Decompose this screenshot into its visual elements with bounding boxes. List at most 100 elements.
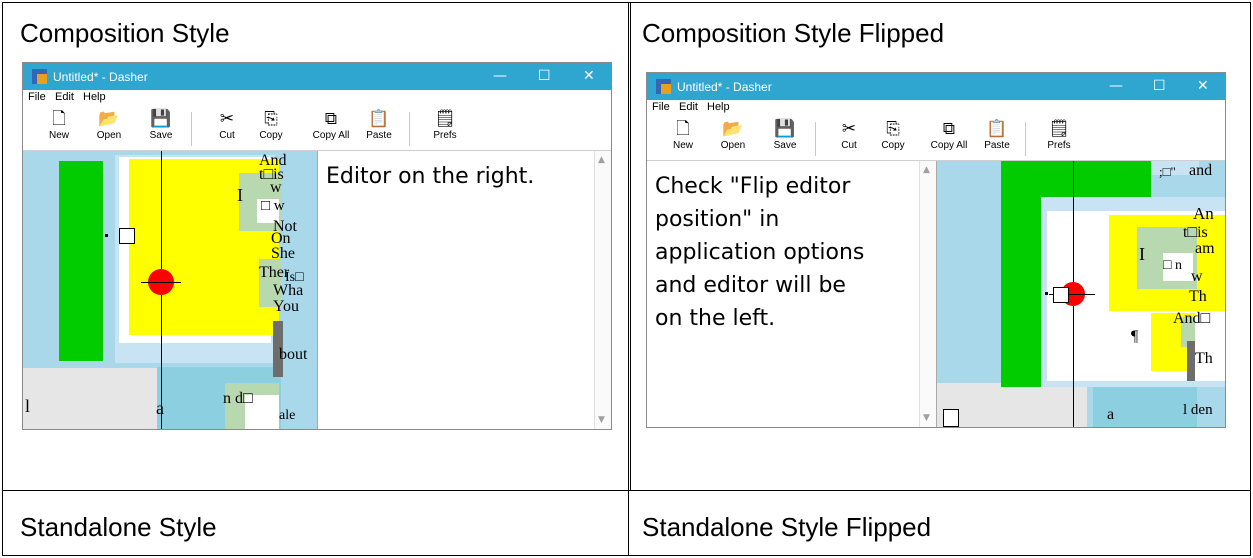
new-file-icon: 🗋 — [676, 119, 690, 139]
editor-text: Check "Flip editor position" in applicat… — [655, 170, 864, 335]
menu-file[interactable]: File — [28, 91, 46, 103]
bottom-square — [943, 409, 959, 427]
cut-button[interactable]: ✂ Cut — [207, 108, 247, 148]
glyph-what: Wha — [273, 282, 304, 299]
toolbar-separator — [191, 112, 192, 146]
open-button[interactable]: 📂 Open — [89, 108, 129, 148]
minimize-button[interactable]: — — [493, 68, 507, 84]
preferences-icon: 🗒 — [434, 109, 456, 129]
glyph-ale: ale — [279, 408, 296, 423]
scroll-down-icon[interactable]: ▼ — [923, 413, 930, 423]
grey-strip — [1187, 341, 1195, 381]
open-folder-icon: 📂 — [722, 119, 744, 139]
toolbar: 🗋 New 📂 Open 💾 Save ✂ Cut ⎘ Copy ⧉ Copy All 📋 P… — [23, 106, 611, 151]
menu-help[interactable]: Help — [83, 91, 106, 103]
scissors-cut-icon: ✂ — [219, 109, 235, 129]
copy-all-button[interactable]: ⧉ Copy All — [309, 108, 353, 148]
menu-edit[interactable]: Edit — [679, 101, 698, 113]
copy-all-icon: ⧉ — [942, 119, 956, 139]
glyph-l: l — [25, 396, 31, 416]
copy-button[interactable]: ⎘ Copy — [251, 108, 291, 148]
glyph-pilcrow: ¶ — [1131, 328, 1139, 345]
glyph-I: I — [237, 185, 243, 205]
origin-square — [1053, 287, 1069, 303]
table-vertical-divider-inner — [630, 3, 631, 491]
scroll-up-icon[interactable]: ▲ — [923, 165, 930, 175]
copy-icon: ⎘ — [264, 109, 278, 129]
editor-text: Editor on the right. — [326, 164, 535, 189]
origin-dot — [1045, 292, 1048, 295]
glyph-An: An — [1193, 204, 1214, 223]
glyph-and: and — [1189, 162, 1213, 179]
toolbar: 🗋 New 📂 Open 💾 Save ✂ Cut ⎘ Copy ⧉ Copy All 📋 P… — [647, 116, 1225, 161]
prefs-button[interactable]: 🗒 Prefs — [1039, 118, 1079, 158]
glyph-Th-2: Th — [1195, 350, 1213, 367]
scroll-down-icon[interactable]: ▼ — [598, 415, 605, 425]
editor-line: position" in — [655, 207, 780, 232]
clipboard-paste-icon: 📋 — [986, 119, 1008, 139]
text-editor-pane[interactable]: Editor on the right. ▲ ▼ — [317, 151, 611, 429]
editor-scrollbar[interactable]: ▲ ▼ — [594, 151, 611, 429]
maximize-button[interactable]: ☐ — [1153, 78, 1166, 94]
menu-file[interactable]: File — [652, 101, 670, 113]
glyph-am: am — [1195, 240, 1215, 257]
cell-title-standalone: Standalone Style — [20, 512, 217, 542]
maximize-button[interactable]: ☐ — [538, 68, 551, 84]
copy-all-button[interactable]: ⧉ Copy All — [927, 118, 971, 158]
scroll-up-icon[interactable]: ▲ — [598, 155, 605, 165]
glyph-box-w: □ w — [261, 198, 285, 214]
glyph-Th: Th — [1189, 288, 1207, 305]
paste-button[interactable]: 📋 Paste — [977, 118, 1017, 158]
paste-button[interactable]: 📋 Paste — [359, 108, 399, 148]
editor-scrollbar[interactable]: ▲ ▼ — [919, 161, 936, 427]
open-folder-icon: 📂 — [98, 109, 120, 129]
editor-line: and editor will be — [655, 273, 846, 298]
glyph-And-box: And□ — [1173, 310, 1211, 327]
close-button[interactable]: ✕ — [583, 68, 595, 84]
clipboard-paste-icon: 📋 — [368, 109, 390, 129]
copy-icon: ⎘ — [886, 119, 900, 139]
copy-all-icon: ⧉ — [324, 109, 338, 129]
window-title: Untitled* - Dasher — [53, 70, 148, 84]
toolbar-separator — [1025, 122, 1026, 156]
dasher-canvas[interactable]: And t□is w I □ w Not On She Ther Is□ Wha… — [23, 151, 317, 429]
glyph-a: a — [1107, 406, 1115, 423]
new-button[interactable]: 🗋 New — [663, 118, 703, 158]
new-file-icon: 🗋 — [52, 109, 66, 129]
floppy-save-icon: 💾 — [150, 109, 172, 129]
save-button[interactable]: 💾 Save — [141, 108, 181, 148]
glyph-quote: ;□" — [1159, 164, 1176, 179]
glyph-I: I — [1139, 244, 1145, 264]
dasher-app-icon — [32, 69, 47, 84]
grey-box — [937, 383, 1087, 427]
dasher-app-icon — [656, 79, 671, 94]
glyph-nd: n d□ — [223, 390, 253, 407]
origin-dot — [105, 234, 108, 237]
glyph-she: She — [271, 245, 295, 262]
window-titlebar: Untitled* - Dasher — ☐ ✕ — [23, 63, 611, 90]
copy-button[interactable]: ⎘ Copy — [873, 118, 913, 158]
cut-button[interactable]: ✂ Cut — [829, 118, 869, 158]
menu-help[interactable]: Help — [707, 101, 730, 113]
preferences-icon: 🗒 — [1048, 119, 1070, 139]
glyph-l-den: l den — [1183, 402, 1213, 418]
menu-edit[interactable]: Edit — [55, 91, 74, 103]
open-button[interactable]: 📂 Open — [713, 118, 753, 158]
crosshair-horizontal-line — [141, 282, 181, 283]
prefs-button[interactable]: 🗒 Prefs — [425, 108, 465, 148]
glyph-w: w — [1191, 268, 1203, 285]
window-titlebar: Untitled* - Dasher — ☐ ✕ — [647, 73, 1225, 100]
minimize-button[interactable]: — — [1109, 78, 1123, 94]
text-editor-pane[interactable]: Check "Flip editor position" in applicat… — [647, 161, 937, 427]
toolbar-separator — [409, 112, 410, 146]
scissors-cut-icon: ✂ — [841, 119, 857, 139]
save-button[interactable]: 💾 Save — [765, 118, 805, 158]
editor-line: application options — [655, 240, 865, 265]
close-button[interactable]: ✕ — [1197, 78, 1209, 94]
toolbar-separator — [815, 122, 816, 156]
table-horizontal-divider — [3, 490, 1250, 491]
new-button[interactable]: 🗋 New — [39, 108, 79, 148]
dasher-canvas[interactable]: ;□" and An t□is I am □ n w Th And□ ¶ Th … — [937, 161, 1225, 427]
table-vertical-divider — [628, 3, 629, 555]
cell-title-composition: Composition Style — [20, 18, 230, 48]
